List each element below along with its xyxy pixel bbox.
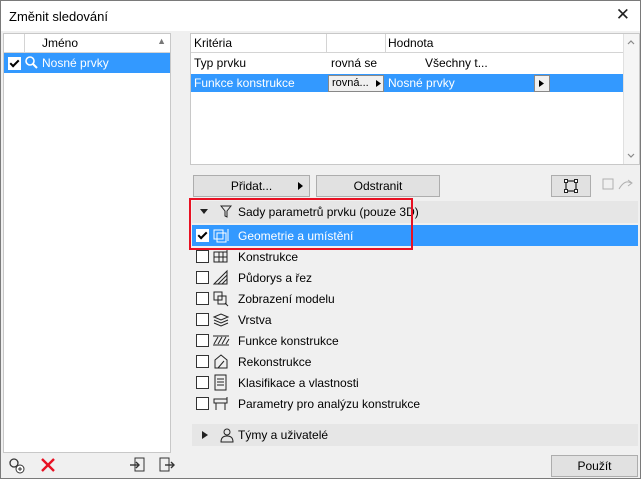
item-label: Parametry pro analýzu konstrukce — [238, 397, 421, 411]
remove-button[interactable]: Odstranit — [316, 175, 440, 197]
param-item-classification[interactable]: Klasifikace a vlastnosti — [192, 372, 638, 393]
item-checkbox[interactable] — [196, 355, 209, 368]
add-button[interactable]: Přidat... — [193, 175, 310, 197]
import-icon[interactable] — [129, 456, 147, 474]
add-button-label: Přidat... — [230, 179, 273, 193]
criteria-scrollbar[interactable] — [623, 34, 639, 164]
select-in-model-button[interactable] — [551, 175, 591, 197]
title-bar: Změnit sledování ✕ — [1, 1, 640, 31]
highlight-frame — [189, 198, 413, 250]
name-column-header[interactable]: Jméno — [42, 36, 78, 50]
dropdown-arrow-icon — [376, 80, 381, 87]
scroll-down-icon[interactable] — [627, 153, 635, 159]
item-label: Rekonstrukce — [238, 355, 312, 369]
magnifier-icon — [25, 56, 38, 69]
value-column-header[interactable]: Hodnota — [388, 36, 433, 50]
transform-disabled-icon — [602, 178, 633, 190]
dialog-window: Změnit sledování ✕ Jméno ▲ Nosné prvky K… — [0, 0, 641, 479]
column-divider — [326, 34, 327, 52]
close-button[interactable]: ✕ — [616, 6, 630, 24]
operator-cell: rovná se — [331, 56, 378, 70]
analysis-icon — [213, 397, 228, 410]
sort-ascending-icon: ▲ — [157, 36, 166, 46]
param-item-structural-function[interactable]: Funkce konstrukce — [192, 330, 638, 351]
item-label: Půdorys a řez — [238, 271, 313, 285]
chevron-right-icon[interactable] — [202, 431, 208, 439]
item-checkbox[interactable] — [196, 292, 209, 305]
param-item-floorplan[interactable]: Půdorys a řez — [192, 267, 638, 288]
criterion-cell: Funkce konstrukce — [194, 76, 295, 90]
item-label: Klasifikace a vlastnosti — [238, 376, 359, 390]
item-checkbox[interactable] — [196, 397, 209, 410]
operator-value: rovná... — [332, 77, 369, 89]
submenu-arrow-icon — [298, 182, 303, 190]
value-cell: Všechny t... — [425, 56, 488, 70]
export-icon[interactable] — [158, 456, 176, 474]
layer-icon — [212, 313, 230, 327]
scroll-up-icon[interactable] — [627, 39, 635, 45]
item-label: Zobrazení modelu — [238, 292, 335, 306]
param-item-analysis[interactable]: Parametry pro analýzu konstrukce — [192, 393, 638, 414]
dialog-title: Změnit sledování — [9, 9, 108, 24]
criteria-table: Kritéria Hodnota Typ prvku rovná se Všec… — [190, 33, 640, 165]
item-checkbox[interactable] — [196, 313, 209, 326]
value-cell: Nosné prvky — [388, 76, 455, 90]
user-icon — [220, 428, 234, 443]
remove-button-label: Odstranit — [353, 179, 403, 193]
model-display-icon — [213, 291, 229, 307]
item-checkbox[interactable] — [196, 250, 209, 263]
teams-group-header[interactable]: Týmy a uživatelé — [192, 424, 638, 446]
renovation-icon — [214, 354, 228, 369]
item-label: Vrstva — [238, 313, 272, 327]
column-divider — [385, 34, 386, 52]
param-item-renovation[interactable]: Rekonstrukce — [192, 351, 638, 372]
item-checkbox[interactable] — [196, 271, 209, 284]
param-item-layer[interactable]: Vrstva — [192, 309, 638, 330]
selection-frame-icon — [564, 179, 578, 193]
value-dropdown-button[interactable] — [534, 75, 550, 92]
delete-icon[interactable] — [39, 456, 57, 474]
param-item-model-display[interactable]: Zobrazení modelu — [192, 288, 638, 309]
apply-button[interactable]: Použít — [551, 455, 638, 477]
row-checkbox[interactable] — [8, 57, 21, 70]
criterion-cell: Typ prvku — [194, 56, 247, 70]
operator-dropdown[interactable]: rovná... — [328, 75, 384, 92]
list-item-label: Nosné prvky — [42, 56, 109, 70]
item-checkbox[interactable] — [196, 334, 209, 347]
criteria-row[interactable]: Typ prvku rovná se Všechny t... — [191, 54, 623, 72]
list-header: Jméno ▲ — [4, 34, 170, 53]
tracking-list: Jméno ▲ Nosné prvky — [3, 33, 171, 453]
new-tracking-icon[interactable] — [7, 456, 25, 474]
criteria-header: Kritéria Hodnota — [191, 34, 623, 53]
dropdown-arrow-icon — [539, 80, 544, 87]
list-item[interactable]: Nosné prvky — [4, 53, 170, 73]
teams-group-title: Týmy a uživatelé — [238, 428, 329, 442]
classification-icon — [214, 374, 227, 391]
item-checkbox[interactable] — [196, 376, 209, 389]
criteria-column-header[interactable]: Kritéria — [194, 36, 232, 50]
apply-button-label: Použít — [577, 459, 612, 473]
floorplan-section-icon — [212, 269, 228, 285]
checkbox-column-header — [4, 34, 25, 52]
structural-function-icon — [213, 335, 230, 346]
criteria-row-selected[interactable]: Funkce konstrukce rovná... Nosné prvky — [191, 74, 623, 92]
item-label: Funkce konstrukce — [238, 334, 339, 348]
construction-icon — [213, 248, 229, 263]
item-label: Konstrukce — [238, 250, 299, 264]
